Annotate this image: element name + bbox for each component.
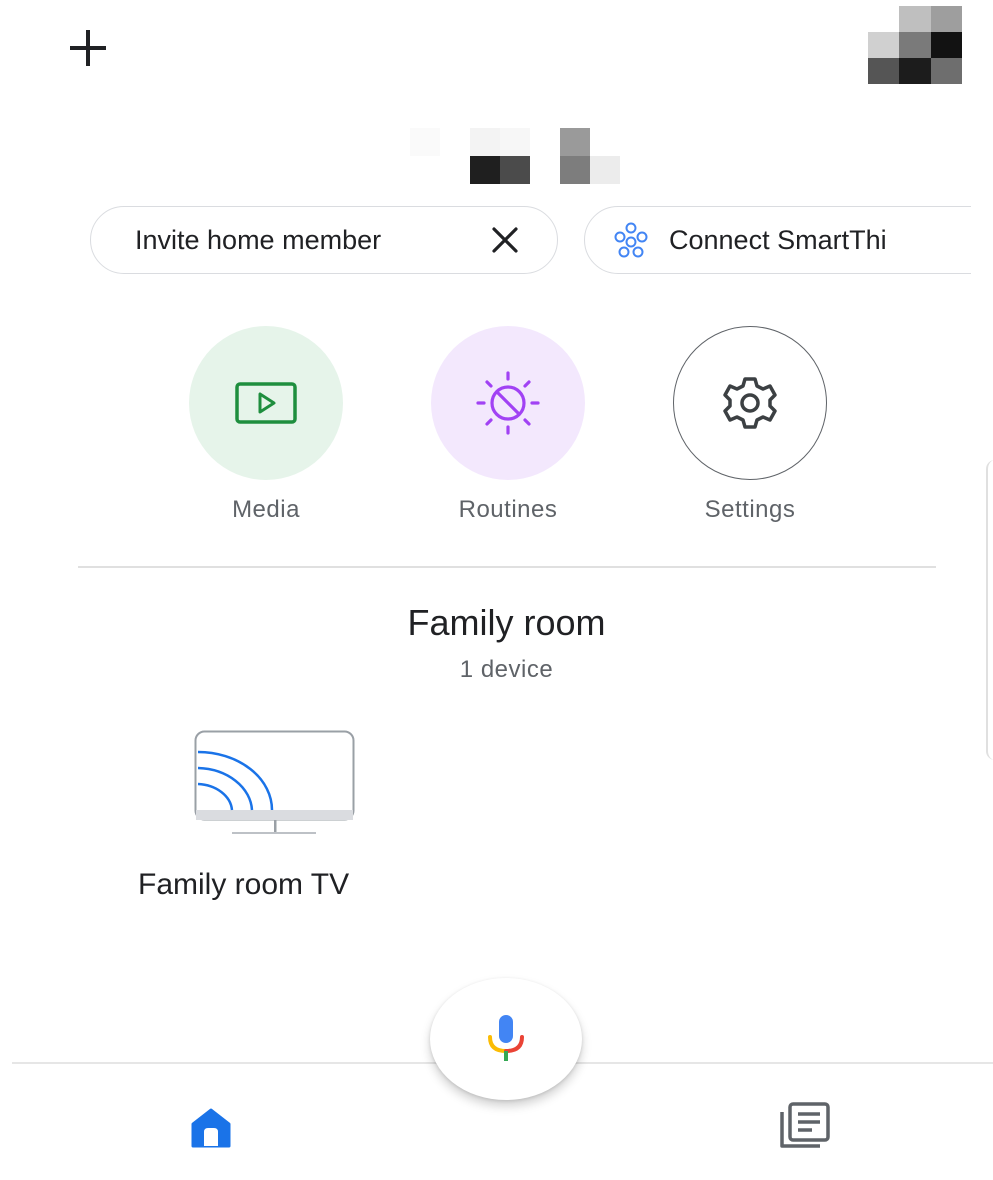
room-device-count: 1 device: [459, 656, 554, 683]
nav-home[interactable]: [186, 1102, 236, 1152]
device-label: Family room TV: [138, 868, 350, 901]
invite-home-member-chip[interactable]: Invite home member: [90, 206, 558, 274]
media-circle: [189, 326, 343, 480]
routines-sun-icon: [476, 371, 540, 435]
smartthings-icon: [614, 222, 648, 258]
home-icon: [191, 1108, 231, 1148]
assistant-mic-icon: [488, 1015, 524, 1061]
connect-chip-label: Connect SmartThi: [669, 224, 887, 255]
divider: [78, 566, 936, 568]
routines-circle: [431, 326, 585, 480]
assistant-mic-button[interactable]: [430, 978, 582, 1100]
room-title: Family room: [407, 602, 606, 643]
connect-smartthings-chip[interactable]: Connect SmartThi: [584, 206, 971, 274]
invite-chip-label: Invite home member: [135, 224, 382, 255]
add-button[interactable]: [62, 22, 114, 74]
home-name-pixelated: [380, 128, 650, 184]
shortcut-label: Routines: [458, 496, 558, 523]
settings-circle: [673, 326, 827, 480]
feed-icon: [780, 1102, 830, 1148]
shortcut-media[interactable]: Media: [186, 326, 346, 524]
shortcut-settings[interactable]: Settings: [670, 326, 830, 524]
media-play-icon: [235, 382, 297, 424]
plus-icon: [70, 30, 106, 66]
nav-feed[interactable]: [774, 1098, 834, 1152]
shortcut-label: Settings: [704, 496, 796, 523]
chips-row: Invite home member Connect SmartThi: [0, 196, 971, 286]
shortcut-routines[interactable]: Routines: [428, 326, 588, 524]
close-icon[interactable]: [487, 222, 523, 258]
gear-icon: [723, 377, 777, 429]
account-avatar[interactable]: [868, 6, 962, 84]
cast-tv-icon: [194, 730, 355, 834]
shortcut-label: Media: [232, 496, 300, 523]
